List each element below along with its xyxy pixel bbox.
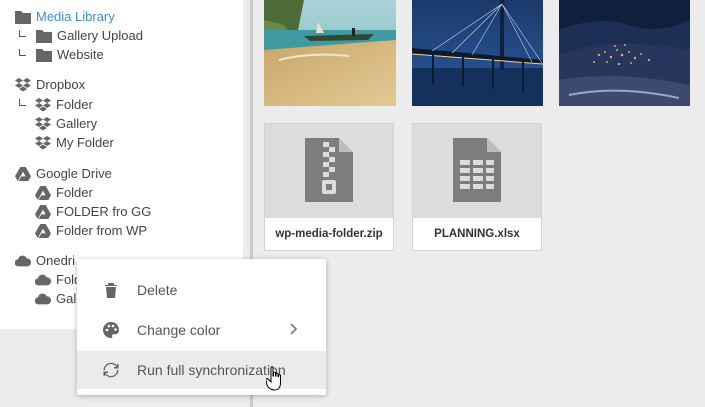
tree-label: My Folder bbox=[56, 135, 114, 150]
google-drive-icon bbox=[35, 185, 51, 201]
tree-item-gd-folder-fro-gg[interactable]: FOLDER fro GG bbox=[35, 203, 151, 221]
google-drive-icon bbox=[15, 166, 31, 182]
file-preview bbox=[413, 124, 541, 218]
tree-label: Media Library bbox=[36, 9, 115, 24]
cloud-icon bbox=[35, 272, 51, 288]
tree-item-od-gallery[interactable]: Gal bbox=[35, 290, 76, 308]
menu-item-change-color[interactable]: Change color bbox=[77, 311, 326, 349]
dropbox-icon bbox=[35, 116, 51, 132]
tree-item-media-library[interactable]: Media Library bbox=[15, 8, 115, 26]
folder-context-menu: Delete Change color Run full synchroniza… bbox=[77, 259, 326, 395]
tree-item-od-folder[interactable]: Fold bbox=[35, 271, 81, 289]
file-card-xlsx[interactable]: PLANNING.xlsx bbox=[412, 123, 542, 251]
dropbox-icon bbox=[35, 97, 51, 113]
cloud-icon bbox=[35, 291, 51, 307]
tree-item-gd-folder-from-wp[interactable]: Folder from WP bbox=[35, 222, 147, 240]
tree-label: Folder bbox=[56, 97, 93, 112]
file-name: PLANNING.xlsx bbox=[413, 218, 541, 250]
palette-icon bbox=[102, 321, 120, 339]
tree-item-dropbox-gallery[interactable]: Gallery bbox=[35, 115, 97, 133]
cloud-icon bbox=[15, 253, 31, 269]
tree-label: Gal bbox=[56, 291, 77, 306]
file-card-zip[interactable]: wp-media-folder.zip bbox=[264, 123, 394, 251]
tree-label: FOLDER fro GG bbox=[56, 204, 152, 219]
tree-label: Gallery bbox=[56, 116, 98, 131]
google-drive-icon bbox=[35, 204, 51, 220]
tree-item-dropbox-folder[interactable]: Folder bbox=[35, 96, 93, 114]
sync-icon bbox=[102, 361, 120, 379]
spreadsheet-file-icon bbox=[453, 137, 501, 205]
folder-icon bbox=[36, 28, 52, 44]
tree-item-gd-folder[interactable]: Folder bbox=[35, 184, 93, 202]
file-name: wp-media-folder.zip bbox=[265, 218, 393, 250]
beach-photo bbox=[264, 0, 396, 106]
zip-file-icon bbox=[305, 137, 353, 205]
tree-label: Gallery Upload bbox=[57, 28, 143, 43]
tree-item-gallery-upload[interactable]: Gallery Upload bbox=[36, 27, 143, 45]
night-city-photo bbox=[559, 0, 690, 106]
google-drive-icon bbox=[35, 223, 51, 239]
tree-label: Google Drive bbox=[36, 166, 112, 181]
image-thumbnail-beach[interactable] bbox=[264, 0, 396, 106]
image-thumbnail-night-city[interactable] bbox=[559, 0, 690, 106]
menu-item-label: Run full synchronization bbox=[137, 362, 286, 378]
tree-branch-line bbox=[19, 30, 26, 37]
trash-icon bbox=[102, 281, 120, 299]
menu-item-delete[interactable]: Delete bbox=[77, 271, 326, 309]
bridge-photo bbox=[412, 0, 543, 106]
tree-label: Folder from WP bbox=[56, 223, 148, 238]
tree-branch-line bbox=[19, 99, 26, 106]
tree-label: Onedri bbox=[36, 253, 76, 268]
tree-label: Folder bbox=[56, 185, 93, 200]
menu-item-run-full-synchronization[interactable]: Run full synchronization bbox=[77, 351, 326, 389]
tree-branch-line bbox=[19, 49, 26, 56]
tree-item-website[interactable]: Website bbox=[36, 46, 104, 64]
folder-icon bbox=[15, 9, 31, 25]
chevron-right-icon bbox=[290, 323, 298, 338]
tree-item-onedrive[interactable]: Onedri bbox=[15, 252, 75, 270]
menu-item-label: Delete bbox=[137, 282, 178, 298]
tree-item-google-drive[interactable]: Google Drive bbox=[15, 165, 112, 183]
hand-cursor-icon bbox=[265, 366, 284, 395]
file-preview bbox=[265, 124, 393, 218]
folder-icon bbox=[36, 47, 52, 63]
menu-item-label: Change color bbox=[137, 322, 221, 338]
dropbox-icon bbox=[15, 77, 31, 93]
tree-item-dropbox[interactable]: Dropbox bbox=[15, 76, 85, 94]
tree-item-dropbox-my-folder[interactable]: My Folder bbox=[35, 134, 114, 152]
image-thumbnail-bridge[interactable] bbox=[412, 0, 543, 106]
tree-label: Website bbox=[57, 47, 104, 62]
tree-label: Dropbox bbox=[36, 77, 86, 92]
dropbox-icon bbox=[35, 135, 51, 151]
